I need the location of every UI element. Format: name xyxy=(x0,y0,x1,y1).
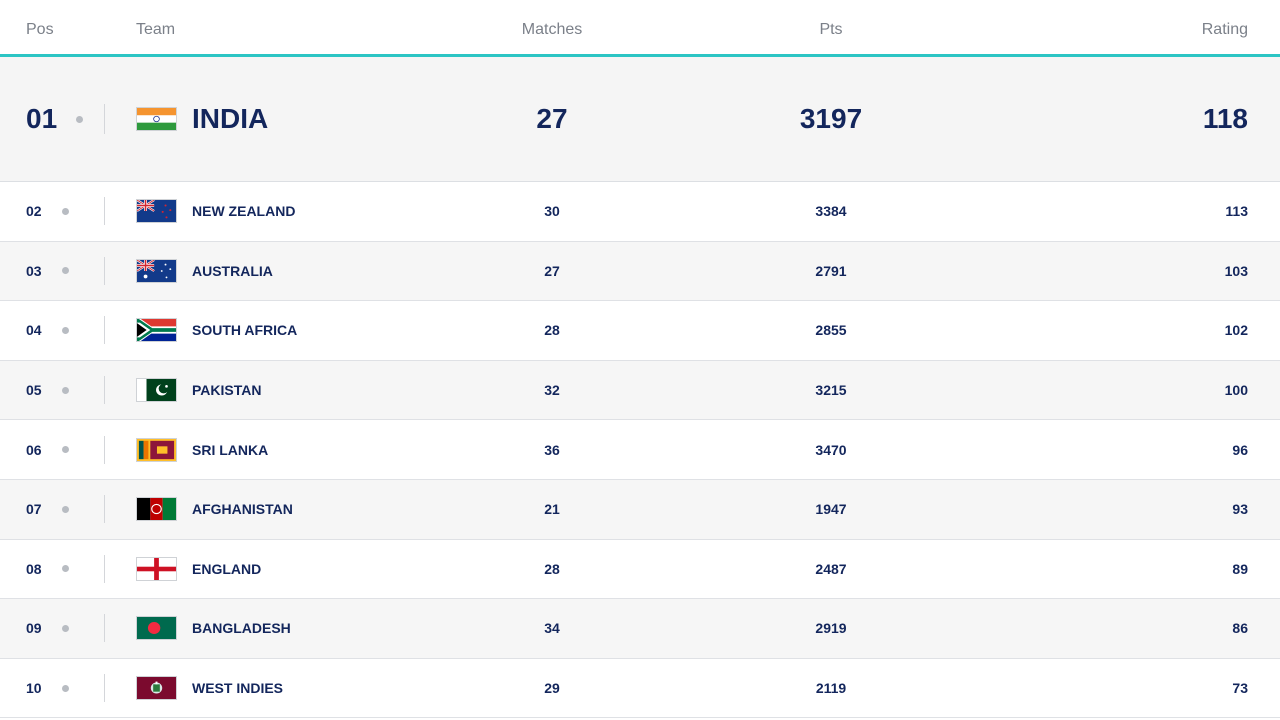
matches-cell: 27 xyxy=(536,103,568,134)
table-row[interactable]: 06 SRI LANKA 36 3470 96 xyxy=(0,420,1280,480)
west-indies-flag-icon xyxy=(136,676,177,701)
table-row[interactable]: 07 AFGHANISTAN 21 1947 93 xyxy=(0,479,1280,540)
pos-cell: 04 xyxy=(26,322,42,339)
sri-lanka-flag-icon xyxy=(136,437,177,462)
position-change-dot xyxy=(62,565,69,573)
points-cell: 2791 xyxy=(815,262,847,279)
table-row[interactable]: 02 NEW ZEALAND 30 3384 113 xyxy=(0,182,1280,242)
matches-cell: 21 xyxy=(544,501,560,518)
points-cell: 2119 xyxy=(815,680,847,697)
points-cell: 3197 xyxy=(799,103,863,134)
matches-cell: 30 xyxy=(544,203,560,220)
matches-cell: 28 xyxy=(544,322,560,339)
pakistan-flag-icon xyxy=(136,378,177,403)
south-africa-flag-icon xyxy=(136,318,177,343)
rating-cell: 118 xyxy=(1202,103,1248,134)
table-row[interactable]: 08 ENGLAND 28 2487 89 xyxy=(0,539,1280,600)
india-flag-icon xyxy=(136,107,177,131)
divider xyxy=(104,104,105,134)
divider xyxy=(104,197,105,226)
points-cell: 2855 xyxy=(815,322,847,339)
pos-cell: 10 xyxy=(26,680,42,697)
divider xyxy=(104,256,105,285)
table-body: 01 INDIA 27 3197 118 02 NEW ZEALAND 30 3… xyxy=(0,57,1280,719)
points-cell: 2487 xyxy=(815,560,847,577)
matches-cell: 28 xyxy=(544,560,560,577)
position-change-dot xyxy=(62,267,69,275)
points-cell: 3470 xyxy=(815,441,847,458)
position-change-dot xyxy=(62,326,69,334)
afghanistan-flag-icon xyxy=(136,497,177,522)
points-cell: 1947 xyxy=(815,501,847,518)
header-pos[interactable]: Pos xyxy=(26,21,54,39)
header-pts[interactable]: Pts xyxy=(819,21,842,39)
rating-cell: 102 xyxy=(1224,322,1248,339)
table-row[interactable]: 10 WEST INDIES 29 2119 73 xyxy=(0,658,1280,719)
australia-flag-icon xyxy=(136,258,177,283)
position-change-dot xyxy=(62,386,69,394)
position-change-dot xyxy=(62,684,69,692)
pos-cell: 07 xyxy=(26,501,42,518)
rating-cell: 86 xyxy=(1232,620,1248,637)
matches-cell: 32 xyxy=(544,382,560,399)
table-row[interactable]: 03 AUSTRALIA 27 2791 103 xyxy=(0,241,1280,302)
team-name-cell[interactable]: SOUTH AFRICA xyxy=(192,322,297,338)
rating-cell: 73 xyxy=(1232,680,1248,697)
pos-cell: 03 xyxy=(26,262,42,279)
points-cell: 2919 xyxy=(815,620,847,637)
divider xyxy=(104,554,105,583)
pos-cell: 06 xyxy=(26,441,42,458)
pos-cell: 01 xyxy=(26,103,58,134)
team-name-cell[interactable]: PAKISTAN xyxy=(192,382,261,398)
table-row[interactable]: 04 SOUTH AFRICA 28 2855 102 xyxy=(0,301,1280,361)
rating-cell: 113 xyxy=(1225,203,1248,220)
header-matches[interactable]: Matches xyxy=(522,21,582,39)
pos-cell: 05 xyxy=(26,382,42,399)
england-flag-icon xyxy=(136,556,177,581)
table-row[interactable]: 09 BANGLADESH 34 2919 86 xyxy=(0,599,1280,659)
team-name-cell[interactable]: AFGHANISTAN xyxy=(192,501,293,517)
rating-cell: 100 xyxy=(1224,382,1248,399)
position-change-dot xyxy=(62,505,69,513)
points-cell: 3215 xyxy=(815,382,847,399)
divider xyxy=(104,614,105,643)
rating-cell: 103 xyxy=(1224,262,1248,279)
position-change-dot xyxy=(76,115,83,123)
bangladesh-flag-icon xyxy=(136,616,177,641)
table-row[interactable]: 05 PAKISTAN 32 3215 100 xyxy=(0,360,1280,421)
position-change-dot xyxy=(62,207,69,215)
new-zealand-flag-icon xyxy=(136,199,177,224)
header-team[interactable]: Team xyxy=(136,21,175,39)
team-name-cell[interactable]: BANGLADESH xyxy=(192,620,291,636)
matches-cell: 27 xyxy=(544,262,560,279)
team-name-cell[interactable]: INDIA xyxy=(192,103,268,135)
team-name-cell[interactable]: WEST INDIES xyxy=(192,680,283,696)
team-name-cell[interactable]: SRI LANKA xyxy=(192,442,268,458)
header-rating[interactable]: Rating xyxy=(1202,21,1248,39)
table-header: Pos Team Matches Pts Rating xyxy=(0,0,1280,57)
position-change-dot xyxy=(62,446,69,454)
pos-cell: 09 xyxy=(26,620,42,637)
rating-cell: 96 xyxy=(1232,441,1248,458)
divider xyxy=(104,674,105,703)
divider xyxy=(104,376,105,405)
points-cell: 3384 xyxy=(815,203,847,220)
rating-cell: 89 xyxy=(1232,560,1248,577)
rankings-table: Pos Team Matches Pts Rating 01 INDIA 27 … xyxy=(0,0,1280,719)
divider xyxy=(104,435,105,464)
divider xyxy=(104,316,105,345)
matches-cell: 36 xyxy=(544,441,560,458)
team-name-cell[interactable]: AUSTRALIA xyxy=(192,263,273,279)
matches-cell: 34 xyxy=(544,620,560,637)
pos-cell: 08 xyxy=(26,560,42,577)
table-row[interactable]: 01 INDIA 27 3197 118 xyxy=(0,57,1280,182)
divider xyxy=(104,495,105,524)
position-change-dot xyxy=(62,624,69,632)
team-name-cell[interactable]: ENGLAND xyxy=(192,561,261,577)
rating-cell: 93 xyxy=(1232,501,1248,518)
team-name-cell[interactable]: NEW ZEALAND xyxy=(192,203,295,219)
pos-cell: 02 xyxy=(26,203,42,220)
matches-cell: 29 xyxy=(544,680,560,697)
